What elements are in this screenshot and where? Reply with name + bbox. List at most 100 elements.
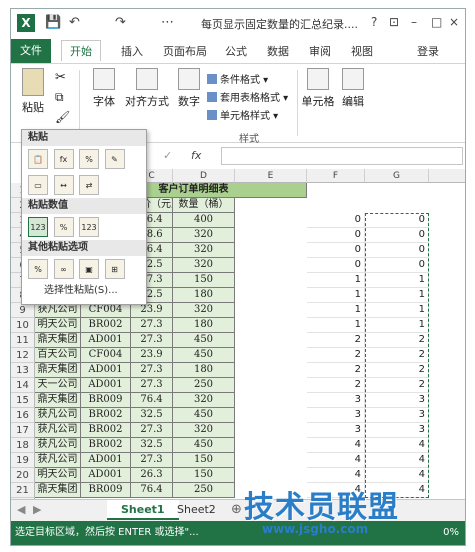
tab-view[interactable]: 视图	[351, 43, 373, 59]
column-header[interactable]: E	[235, 169, 307, 183]
price-cell[interactable]: 27.3	[131, 423, 173, 438]
value-cell[interactable]: 4	[365, 438, 429, 453]
formula-input[interactable]	[221, 147, 463, 165]
quantity-cell[interactable]: 320	[173, 303, 235, 318]
alignment-button[interactable]: 对齐方式	[121, 68, 173, 109]
value-cell[interactable]: 4	[307, 453, 365, 468]
save-icon[interactable]: 💾	[45, 15, 61, 30]
value-cell[interactable]: 0	[307, 243, 365, 258]
value-cell[interactable]: 1	[307, 303, 365, 318]
value-cell[interactable]: 1	[365, 318, 429, 333]
value-cell[interactable]: 0	[365, 258, 429, 273]
minimize-button[interactable]: –	[411, 15, 417, 29]
value-cell[interactable]: 4	[307, 468, 365, 483]
row-header[interactable]: 19	[11, 453, 35, 468]
product-cell[interactable]: AD001	[81, 333, 131, 348]
quantity-cell[interactable]: 150	[173, 453, 235, 468]
paste-no-borders-icon[interactable]: ▭	[28, 175, 48, 195]
price-cell[interactable]: 26.3	[131, 468, 173, 483]
quantity-cell[interactable]: 450	[173, 348, 235, 363]
value-cell[interactable]: 0	[307, 228, 365, 243]
paste-values-number-format-icon[interactable]: %	[53, 217, 74, 237]
row-header[interactable]: 12	[11, 348, 35, 363]
editing-button[interactable]: 编辑	[339, 68, 367, 109]
customer-cell[interactable]: 获凡公司	[35, 438, 81, 453]
price-cell[interactable]: 32.5	[131, 408, 173, 423]
quantity-cell[interactable]: 320	[173, 258, 235, 273]
paste-linked-picture-icon[interactable]: ⊞	[104, 259, 125, 279]
row-header[interactable]: 18	[11, 438, 35, 453]
paste-formulas-number-format-icon[interactable]: %	[79, 149, 99, 169]
copy-icon[interactable]: ⧉	[55, 90, 64, 105]
quantity-cell[interactable]: 180	[173, 288, 235, 303]
value-cell[interactable]: 0	[365, 213, 429, 228]
product-cell[interactable]: BR002	[81, 408, 131, 423]
value-cell[interactable]: 0	[365, 228, 429, 243]
value-cell[interactable]: 3	[307, 408, 365, 423]
quantity-cell[interactable]: 320	[173, 393, 235, 408]
price-cell[interactable]: 27.3	[131, 453, 173, 468]
row-header[interactable]: 13	[11, 363, 35, 378]
value-cell[interactable]: 4	[365, 453, 429, 468]
row-header[interactable]: 14	[11, 378, 35, 393]
product-cell[interactable]: BR009	[81, 393, 131, 408]
paste-values-source-format-icon[interactable]: 123	[79, 217, 99, 237]
value-cell[interactable]: 3	[365, 423, 429, 438]
row-header[interactable]: 15	[11, 393, 35, 408]
quantity-cell[interactable]: 450	[173, 333, 235, 348]
maximize-button[interactable]: □	[431, 15, 442, 29]
value-cell[interactable]: 1	[365, 273, 429, 288]
value-cell[interactable]: 3	[365, 393, 429, 408]
paste-button[interactable]: 粘贴	[19, 68, 47, 115]
paste-formatting-icon[interactable]: %	[28, 259, 48, 279]
price-cell[interactable]: 76.4	[131, 393, 173, 408]
cell-styles-button[interactable]: 单元格样式 ▾	[207, 108, 288, 126]
customer-cell[interactable]: 明天公司	[35, 468, 81, 483]
table-format-button[interactable]: 套用表格格式 ▾	[207, 90, 288, 108]
row-header[interactable]: 21	[11, 483, 35, 498]
paste-picture-icon[interactable]: ▣	[79, 259, 99, 279]
undo-icon[interactable]: ↶	[69, 15, 80, 30]
quantity-cell[interactable]: 320	[173, 423, 235, 438]
value-cell[interactable]: 3	[365, 408, 429, 423]
value-cell[interactable]: 2	[307, 348, 365, 363]
row-header[interactable]: 9	[11, 303, 35, 318]
product-cell[interactable]: BR002	[81, 318, 131, 333]
customer-cell[interactable]: 获凡公司	[35, 453, 81, 468]
ribbon-display-button[interactable]: ⊡	[389, 15, 399, 29]
paste-link-icon[interactable]: ∞	[53, 259, 74, 279]
value-cell[interactable]: 4	[307, 438, 365, 453]
paste-special-link[interactable]: 选择性粘贴(S)...	[22, 282, 146, 300]
customer-cell[interactable]: 获凡公司	[35, 303, 81, 318]
customer-cell[interactable]: 天一公司	[35, 378, 81, 393]
zoom-level[interactable]: 0%	[443, 521, 459, 545]
value-cell[interactable]: 3	[307, 423, 365, 438]
row-header[interactable]: 10	[11, 318, 35, 333]
row-header[interactable]: 20	[11, 468, 35, 483]
cut-icon[interactable]: ✂	[55, 70, 66, 85]
customer-cell[interactable]: 鼎天集团	[35, 483, 81, 498]
paste-icon[interactable]: 📋	[28, 149, 48, 169]
tab-review[interactable]: 审阅	[309, 43, 331, 59]
product-cell[interactable]: AD001	[81, 453, 131, 468]
product-cell[interactable]: AD001	[81, 468, 131, 483]
column-header[interactable]	[429, 169, 465, 183]
customize-icon[interactable]: ⋯	[161, 15, 174, 30]
font-button[interactable]: 字体	[89, 68, 119, 109]
product-cell[interactable]: AD001	[81, 363, 131, 378]
row-header[interactable]: 16	[11, 408, 35, 423]
tab-file[interactable]: 文件	[11, 39, 51, 63]
quantity-cell[interactable]: 250	[173, 378, 235, 393]
price-cell[interactable]: 76.4	[131, 483, 173, 498]
product-cell[interactable]: BR002	[81, 438, 131, 453]
scroll-left-icon[interactable]: ◀	[17, 503, 25, 516]
value-cell[interactable]: 2	[307, 333, 365, 348]
paste-values-icon[interactable]: 123	[28, 217, 48, 237]
tab-formulas[interactable]: 公式	[225, 43, 247, 59]
fx-icon[interactable]: fx	[191, 149, 201, 162]
value-cell[interactable]: 3	[307, 393, 365, 408]
quantity-cell[interactable]: 150	[173, 468, 235, 483]
conditional-format-button[interactable]: 条件格式 ▾	[207, 72, 288, 90]
quantity-cell[interactable]: 400	[173, 213, 235, 228]
customer-cell[interactable]: 获凡公司	[35, 408, 81, 423]
